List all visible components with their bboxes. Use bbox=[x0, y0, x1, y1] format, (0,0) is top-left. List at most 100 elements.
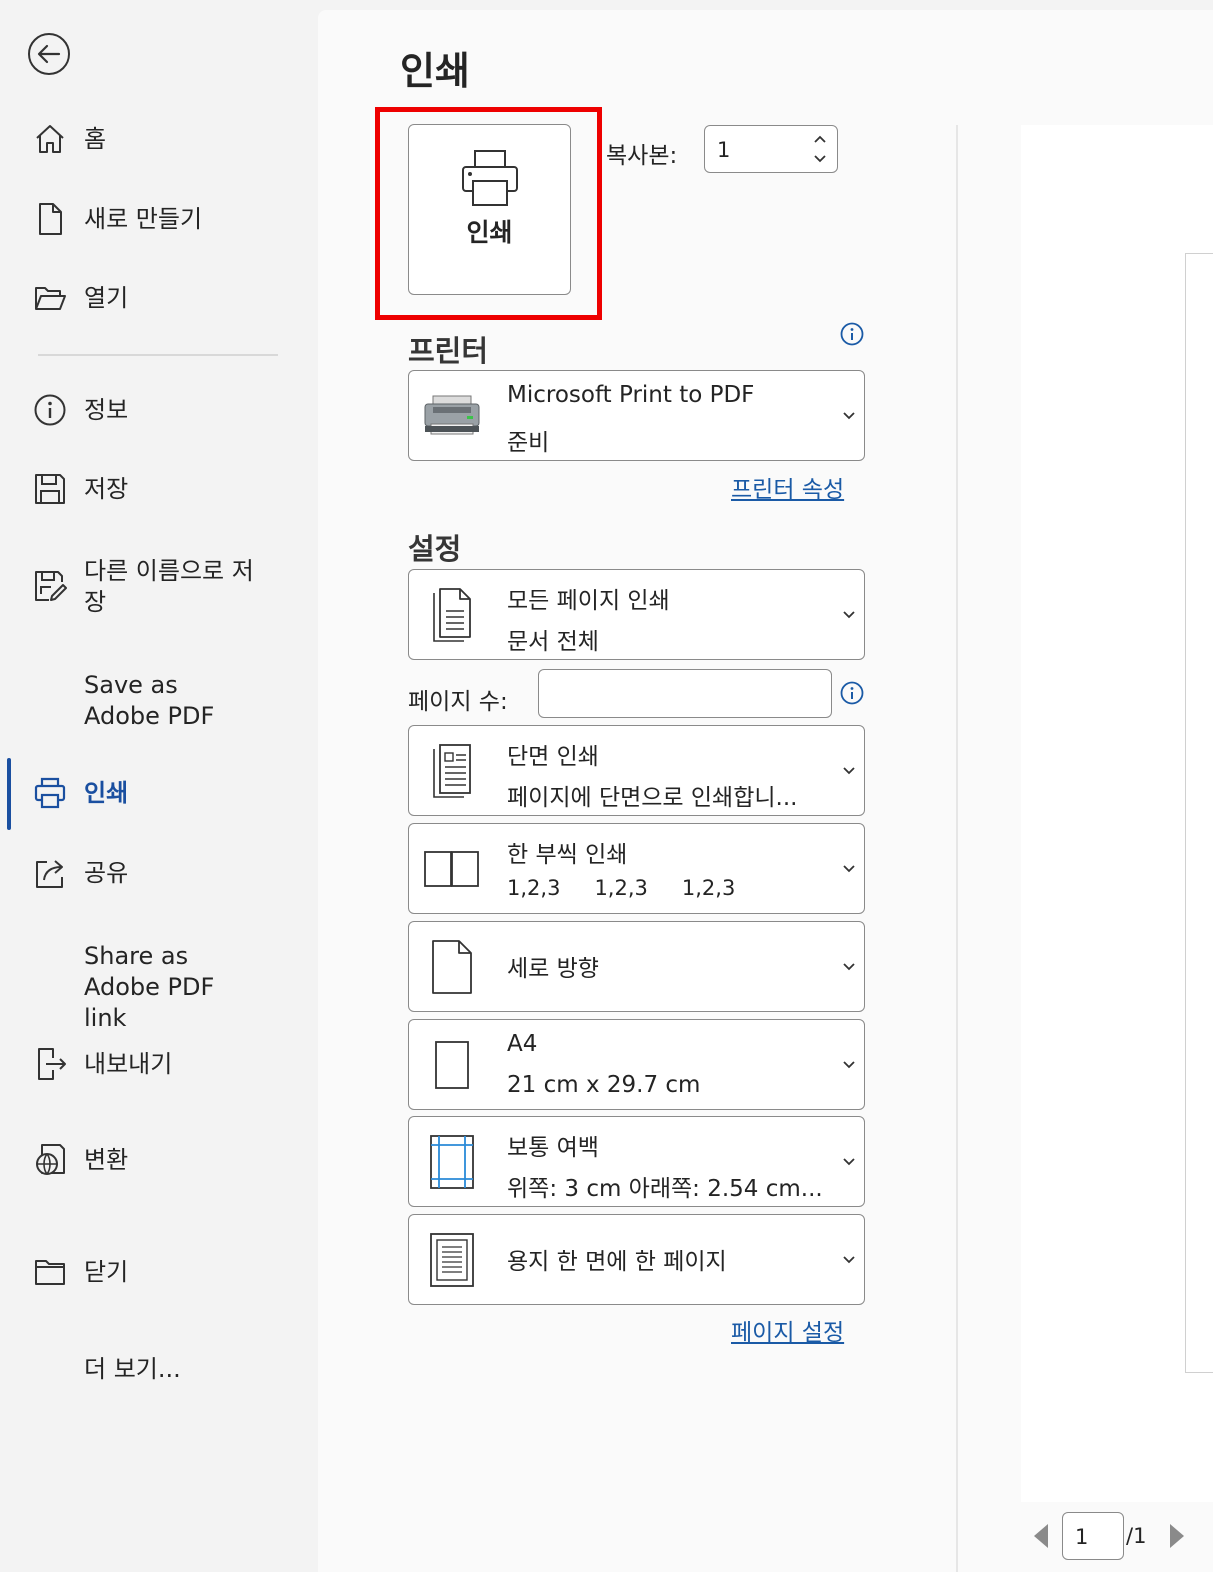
backstage-sidebar: 홈 새로 만들기 열기 정보 저장 다른 이름으로 저장 Save as Ado… bbox=[0, 0, 318, 1572]
copies-input[interactable]: 1 bbox=[704, 125, 838, 173]
portrait-page-icon bbox=[421, 934, 483, 1000]
printer-icon bbox=[459, 147, 521, 213]
nav-share[interactable]: 공유 bbox=[0, 855, 318, 895]
sides-title: 단면 인쇄 bbox=[507, 744, 599, 770]
pages-info-icon[interactable] bbox=[840, 681, 864, 705]
previous-page-icon[interactable] bbox=[1032, 1522, 1050, 1554]
nav-open-label: 열기 bbox=[84, 284, 129, 312]
pages-per-sheet-icon bbox=[421, 1227, 483, 1293]
back-button[interactable] bbox=[28, 33, 70, 75]
nav-print[interactable]: 인쇄 bbox=[0, 775, 318, 815]
nav-print-label: 인쇄 bbox=[84, 779, 129, 807]
pages-per-sheet-title: 용지 한 면에 한 페이지 bbox=[507, 1249, 727, 1275]
collation-set-1: 1,2,3 bbox=[507, 876, 561, 900]
chevron-down-icon bbox=[842, 1153, 856, 1171]
nav-transform[interactable]: 변환 bbox=[0, 1142, 318, 1182]
chevron-down-icon bbox=[842, 606, 856, 624]
collation-sets: 1,2,3 1,2,3 1,2,3 bbox=[507, 876, 735, 900]
chevron-down-icon[interactable] bbox=[811, 150, 829, 168]
close-folder-icon bbox=[32, 1254, 68, 1290]
copies-value: 1 bbox=[717, 138, 731, 162]
collation-set-3: 1,2,3 bbox=[681, 876, 736, 900]
nav-info[interactable]: 정보 bbox=[0, 392, 318, 432]
margins-select[interactable]: 보통 여백 위쪽: 3 cm 아래쪽: 2.54 cm... bbox=[408, 1116, 865, 1207]
nav-more[interactable]: 더 보기... bbox=[0, 1351, 318, 1391]
save-icon bbox=[32, 471, 68, 507]
chevron-down-icon bbox=[842, 1056, 856, 1074]
nav-info-label: 정보 bbox=[84, 396, 129, 424]
nav-more-label: 더 보기... bbox=[84, 1355, 181, 1383]
nav-new[interactable]: 새로 만들기 bbox=[0, 201, 318, 241]
info-icon bbox=[32, 392, 68, 428]
chevron-down-icon bbox=[842, 1251, 856, 1269]
print-range-title: 모든 페이지 인쇄 bbox=[507, 588, 670, 614]
nav-open[interactable]: 열기 bbox=[0, 280, 318, 320]
settings-section-title: 설정 bbox=[408, 532, 462, 566]
new-document-icon bbox=[32, 201, 68, 237]
orientation-title: 세로 방향 bbox=[507, 956, 599, 982]
print-range-select[interactable]: 모든 페이지 인쇄 문서 전체 bbox=[408, 569, 865, 660]
margins-title: 보통 여백 bbox=[507, 1135, 599, 1161]
next-page-icon[interactable] bbox=[1168, 1522, 1186, 1554]
printer-section-title: 프린터 bbox=[408, 334, 489, 368]
paper-size-select[interactable]: A4 21 cm x 29.7 cm bbox=[408, 1019, 865, 1110]
chevron-down-icon bbox=[842, 860, 856, 878]
collated-icon bbox=[421, 836, 483, 902]
chevron-down-icon bbox=[842, 407, 856, 425]
page-setup-link[interactable]: 페이지 설정 bbox=[731, 1313, 844, 1347]
orientation-select[interactable]: 세로 방향 bbox=[408, 921, 865, 1012]
printer-status: 준비 bbox=[507, 430, 550, 456]
preview-pager: 1 /1 bbox=[1018, 1510, 1213, 1562]
nav-new-label: 새로 만들기 bbox=[84, 205, 203, 233]
folder-open-icon bbox=[32, 280, 68, 316]
total-pages: /1 bbox=[1126, 1524, 1147, 1548]
print-button-label: 인쇄 bbox=[466, 218, 513, 247]
pages-label: 페이지 수: bbox=[408, 689, 508, 715]
margins-subtitle: 위쪽: 3 cm 아래쪽: 2.54 cm... bbox=[507, 1176, 823, 1202]
share-icon bbox=[32, 855, 68, 891]
nav-save-as[interactable]: 다른 이름으로 저장 bbox=[0, 554, 318, 618]
nav-save[interactable]: 저장 bbox=[0, 471, 318, 511]
nav-save-adobe-pdf[interactable]: Save as Adobe PDF bbox=[0, 668, 318, 732]
nav-close[interactable]: 닫기 bbox=[0, 1254, 318, 1294]
nav-save-adobe-pdf-label: Save as Adobe PDF bbox=[84, 671, 215, 730]
nav-share-label: 공유 bbox=[84, 859, 129, 887]
nav-export[interactable]: 내보내기 bbox=[0, 1046, 318, 1086]
chevron-down-icon bbox=[842, 958, 856, 976]
all-pages-icon bbox=[421, 582, 483, 648]
printer-properties-link[interactable]: 프린터 속성 bbox=[731, 470, 844, 504]
paper-size-icon bbox=[421, 1032, 483, 1098]
margins-icon bbox=[421, 1129, 483, 1195]
pages-per-sheet-select[interactable]: 용지 한 면에 한 페이지 bbox=[408, 1214, 865, 1305]
pages-input[interactable] bbox=[538, 669, 832, 718]
chevron-up-icon[interactable] bbox=[811, 130, 829, 148]
nav-export-label: 내보내기 bbox=[84, 1050, 173, 1078]
export-icon bbox=[32, 1046, 68, 1082]
home-icon bbox=[32, 121, 68, 157]
nav-share-adobe-pdf-link[interactable]: Share as Adobe PDF link bbox=[0, 939, 318, 1032]
printer-name: Microsoft Print to PDF bbox=[507, 382, 755, 408]
arrow-left-icon bbox=[37, 44, 61, 64]
nav-share-adobe-pdf-link-label: Share as Adobe PDF link bbox=[84, 942, 215, 1032]
nav-home[interactable]: 홈 bbox=[0, 121, 318, 161]
printer-icon bbox=[32, 775, 68, 811]
nav-home-label: 홈 bbox=[84, 125, 107, 153]
printer-info-icon[interactable] bbox=[840, 322, 864, 346]
sides-select[interactable]: 단면 인쇄 페이지에 단면으로 인쇄합니... bbox=[408, 725, 865, 816]
current-page-value: 1 bbox=[1075, 1525, 1089, 1549]
save-as-icon bbox=[32, 568, 68, 604]
print-preview bbox=[1021, 125, 1213, 1502]
print-range-subtitle: 문서 전체 bbox=[507, 629, 599, 655]
collation-select[interactable]: 한 부씩 인쇄 1,2,3 1,2,3 1,2,3 bbox=[408, 823, 865, 914]
copies-label: 복사본: bbox=[606, 143, 678, 169]
print-button[interactable]: 인쇄 bbox=[408, 124, 571, 295]
printer-select[interactable]: Microsoft Print to PDF 준비 bbox=[408, 370, 865, 461]
print-panel: 인쇄 인쇄 복사본: 1 프린터 Microsoft Print to PDF … bbox=[318, 10, 1213, 1572]
preview-page bbox=[1185, 253, 1213, 1373]
nav-save-label: 저장 bbox=[84, 475, 129, 503]
one-sided-icon bbox=[421, 738, 483, 804]
sidebar-divider bbox=[38, 354, 278, 356]
current-page-input[interactable]: 1 bbox=[1062, 1512, 1124, 1560]
panel-divider bbox=[956, 125, 958, 1572]
nav-save-as-label: 다른 이름으로 저장 bbox=[84, 557, 254, 616]
